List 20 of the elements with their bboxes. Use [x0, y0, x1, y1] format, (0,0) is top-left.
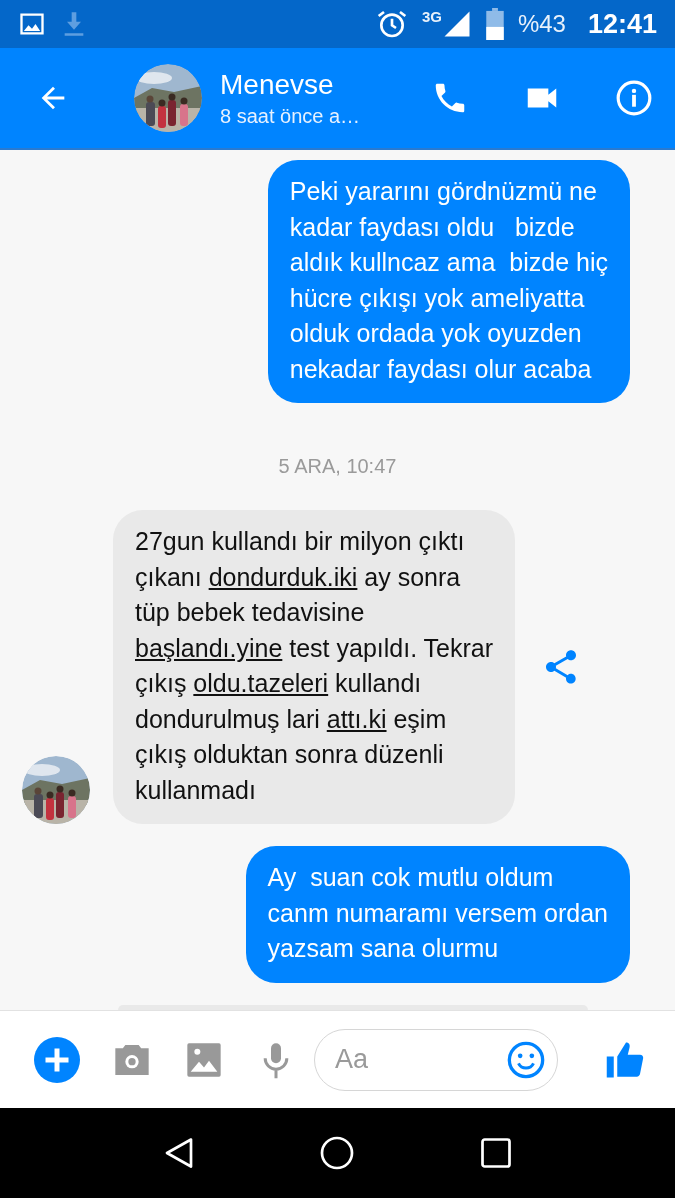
clock: 12:41 — [587, 8, 657, 40]
home-icon[interactable] — [319, 1135, 356, 1171]
message-input[interactable]: Aa — [314, 1028, 558, 1091]
last-seen: 8 saat önce a… — [220, 104, 361, 128]
link[interactable]: attı.ki — [326, 704, 387, 733]
alarm-icon — [375, 8, 408, 40]
battery-icon — [485, 8, 504, 40]
message-bubble: Ay suan cok mutlu oldum canm numaramı versem ordan yazsam sana olurmu — [245, 846, 630, 983]
network-type: 3G — [421, 8, 442, 25]
link[interactable]: başlandı.yine — [135, 633, 283, 662]
emoji-icon[interactable] — [506, 1039, 546, 1080]
link[interactable]: dondurduk.iki — [208, 562, 358, 591]
battery-percentage: %43 — [517, 10, 566, 38]
contact-name: Menevse — [220, 68, 335, 101]
message-bubble: 27gun kullandı bir milyon çıktı çıkanı dondurduk.iki ay sonra tüp bebek tedavisine başlandı.yine test yapıldı. Tekrar çıkış oldu.tazeleri kullandı dondurulmuş lari attı.ki eşim çıkış olduktan sonra düzenli kullanmadı — [113, 510, 516, 824]
message-timestamp: 5 ARA, 10:47 — [278, 455, 397, 478]
message-bubble: Peki yararını gördnüzmü ne kadar faydası oldu bizde aldık kullncaz ama bizde hiç hücre çıkışı yok ameliyatta olduk ordada yok oyuzden nekadar faydası olur acaba — [267, 160, 630, 403]
link[interactable]: oldu.tazeleri — [193, 669, 329, 697]
plus-icon[interactable] — [34, 1036, 80, 1083]
info-icon[interactable] — [615, 79, 653, 117]
